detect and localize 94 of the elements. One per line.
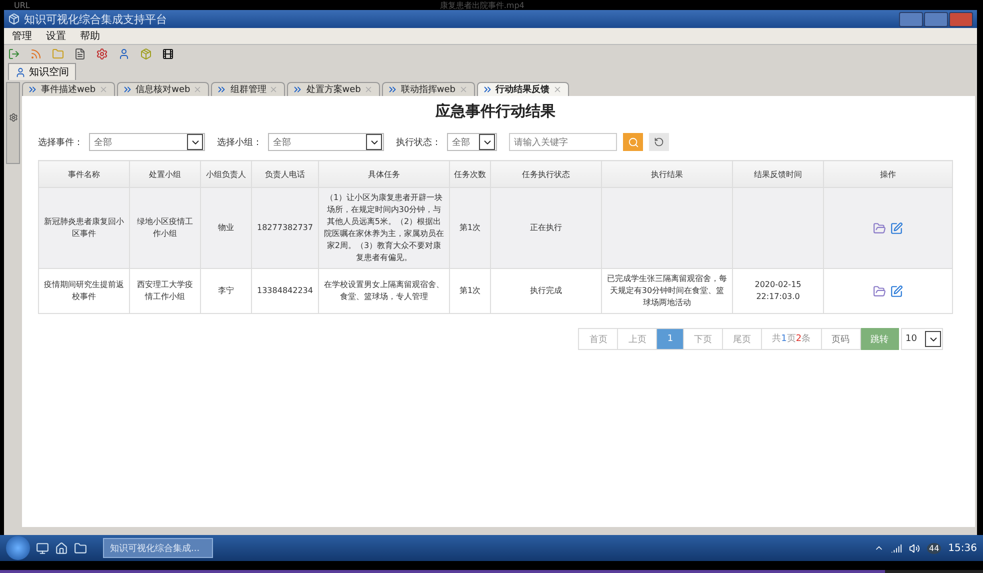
tab-label: 组群管理	[230, 84, 266, 96]
column-header: 具体任务	[318, 160, 450, 188]
maximize-button[interactable]	[924, 12, 948, 26]
gear-icon	[8, 113, 18, 122]
tab-label: 信息核对web	[136, 84, 190, 96]
start-button[interactable]	[6, 536, 30, 560]
table-cell: 李宁	[200, 268, 252, 314]
gear-tool-icon[interactable]	[96, 48, 108, 60]
chevrons-icon	[292, 84, 304, 95]
table-cell: 第1次	[450, 268, 490, 314]
table-cell: 新冠肺炎患者康复回小区事件	[38, 188, 130, 268]
exit-tool-icon[interactable]	[8, 48, 20, 60]
close-button[interactable]	[949, 12, 973, 26]
table-cell: 第1次	[450, 188, 490, 268]
search-field[interactable]: 请输入关键字	[509, 133, 617, 151]
table-cell: 绿地小区疫情工作小组	[130, 188, 200, 268]
column-header: 任务执行状态	[490, 160, 602, 188]
refresh-icon	[654, 137, 664, 147]
event-select[interactable]: 全部	[89, 133, 205, 151]
folder-icon	[873, 222, 886, 234]
tray-badge: 44	[926, 542, 942, 554]
close-icon	[98, 85, 108, 94]
close-icon	[269, 85, 278, 94]
space-tab[interactable]: 知识空间	[8, 63, 76, 80]
app-icon	[8, 13, 20, 25]
speaker-icon	[908, 542, 920, 554]
chevrons-icon	[386, 84, 398, 95]
film-tool-icon[interactable]	[162, 48, 174, 60]
video-file-name: 康复患者出院事件.mp4	[440, 0, 524, 10]
close-icon	[458, 85, 468, 94]
document-tab[interactable]: 组群管理	[211, 82, 286, 96]
table-cell: （1）让小区为康复患者开辟一块场所，在规定时间内30分钟，与其他人员远离5米。（2）根据出院医嘱在家休养为主，家属劝员在家2周。（3）教育大众不要对康复患者有偏见。	[318, 188, 450, 268]
table-cell: 18277382737	[252, 188, 318, 268]
edit-icon	[890, 284, 903, 298]
tab-label: 联动指挥web	[400, 84, 456, 96]
table-cell: 西安理工大学疫情工作小组	[130, 268, 200, 314]
document-tool-icon[interactable]	[74, 48, 86, 60]
column-header: 事件名称	[38, 160, 130, 188]
group-select[interactable]: 全部	[268, 133, 384, 151]
filter-label: 选择事件：	[38, 136, 83, 148]
chevrons-icon	[482, 84, 492, 95]
filter-label: 选择小组：	[217, 136, 262, 148]
column-header: 处置小组	[130, 160, 200, 188]
edit-icon	[890, 222, 903, 234]
document-tab[interactable]: 信息核对web	[116, 82, 210, 96]
column-header: 操作	[824, 160, 952, 188]
chevrons-icon	[27, 84, 38, 95]
search-icon	[628, 136, 638, 148]
page-title: 应急事件行动结果	[436, 102, 556, 121]
table-cell: 物业	[200, 188, 252, 268]
clock: 15:36	[948, 542, 977, 554]
close-icon	[193, 85, 202, 94]
close-icon	[364, 85, 373, 94]
document-tab[interactable]: 事件描述web	[22, 82, 115, 96]
status-select[interactable]: 全部	[447, 133, 497, 151]
table-cell: 在学校设置男女上隔离留观宿舍、食堂、篮球场，专人管理	[318, 268, 450, 314]
menu-item[interactable]: 帮助	[80, 29, 100, 43]
filter-label: 执行状态：	[396, 136, 441, 148]
page-size-select[interactable]: 10	[900, 328, 943, 350]
folder-icon	[873, 284, 886, 298]
minimize-button[interactable]	[899, 12, 923, 26]
table-cell: 已完成学生张三隔离留观宿舍，每天规定有30分钟时间在食堂、篮球场两地活动	[602, 268, 732, 314]
table-cell: 13384842234	[252, 268, 318, 314]
column-header: 小组负责人	[200, 160, 252, 188]
window-title: 知识可视化综合集成支持平台	[24, 12, 167, 26]
table-cell: 正在执行	[490, 188, 602, 268]
folder-icon[interactable]	[74, 542, 87, 554]
page-number-field[interactable]: 页码	[820, 328, 861, 350]
user-tool-icon[interactable]	[118, 48, 130, 60]
table-cell: 执行完成	[490, 268, 602, 314]
desktop-icon[interactable]	[36, 542, 49, 554]
document-tab[interactable]: 处置方案web	[287, 82, 380, 96]
column-header: 结果反馈时间	[732, 160, 824, 188]
tab-label: 行动结果反馈	[496, 83, 550, 96]
search-button[interactable]	[623, 133, 643, 151]
column-header: 任务次数	[450, 160, 490, 188]
user-icon	[15, 66, 26, 78]
close-icon	[552, 85, 562, 94]
column-header: 执行结果	[602, 160, 732, 188]
tab-label: 处置方案web	[306, 83, 361, 96]
url-label: URL	[14, 0, 30, 10]
menu-item[interactable]: 管理	[12, 29, 32, 43]
table-cell: 2020-02-15 22:17:03.0	[732, 268, 824, 314]
rss-tool-icon[interactable]	[30, 48, 42, 60]
home-icon[interactable]	[55, 542, 68, 554]
column-header: 负责人电话	[252, 160, 318, 188]
chevrons-icon	[122, 84, 133, 95]
document-tab[interactable]: 联动指挥web	[382, 82, 474, 96]
document-tab[interactable]: 行动结果反馈	[476, 82, 568, 96]
reset-button[interactable]	[649, 133, 669, 151]
table-cell: 疫情期间研究生提前返校事件	[38, 268, 130, 314]
menu-item[interactable]: 设置	[46, 29, 66, 43]
chevrons-icon	[216, 84, 228, 95]
tab-label: 事件描述web	[41, 84, 96, 96]
